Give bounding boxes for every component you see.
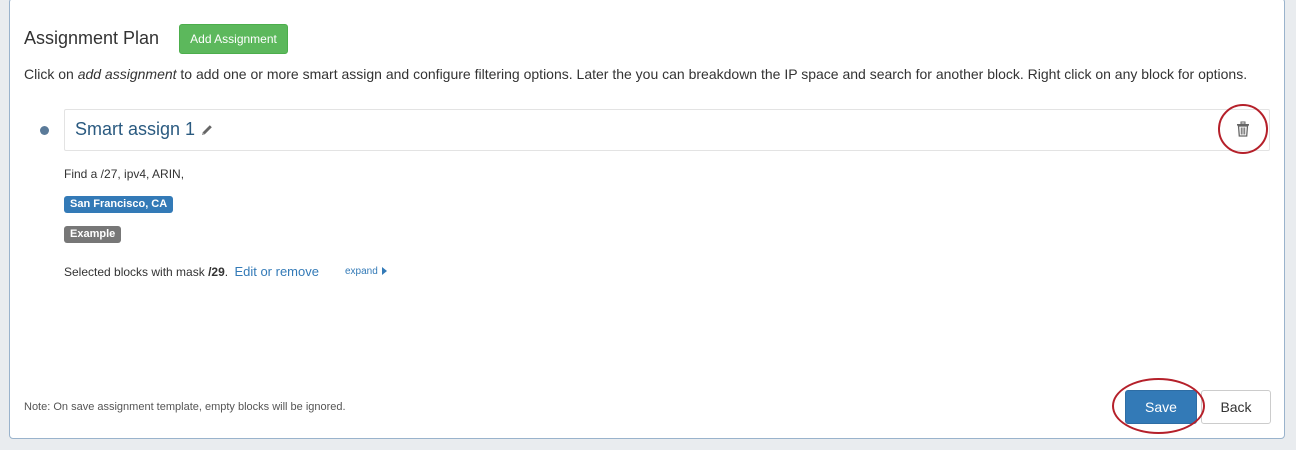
- smart-assign-header: Smart assign 1: [64, 109, 1270, 151]
- selected-blocks-text: Selected blocks with mask /29. Edit or r…: [64, 264, 319, 279]
- find-criteria-text: Find a /27, ipv4, ARIN,: [64, 167, 185, 181]
- bullet-icon: [40, 126, 49, 135]
- location-badge: San Francisco, CA: [64, 196, 174, 213]
- selected-mask: /29: [208, 265, 225, 279]
- selected-prefix: Selected blocks with mask: [64, 265, 209, 279]
- add-assignment-button[interactable]: Add Assignment: [179, 24, 288, 54]
- tag-badge: Example: [64, 226, 122, 243]
- footer-note: Note: On save assignment template, empty…: [24, 401, 346, 413]
- selected-suffix: .: [224, 265, 229, 279]
- caret-right-icon: [381, 267, 387, 276]
- expand-link[interactable]: expand: [345, 266, 387, 277]
- instructions-suffix: to add one or more smart assign and conf…: [176, 66, 1248, 82]
- back-button[interactable]: Back: [1201, 390, 1271, 424]
- instructions-emphasis: add assignment: [77, 66, 177, 82]
- expand-label: expand: [345, 266, 378, 277]
- instructions-text: Click on add assignment to add one or mo…: [24, 66, 1247, 82]
- trash-highlight-circle: [1218, 104, 1268, 154]
- assignment-name: Smart assign 1: [75, 119, 196, 139]
- pencil-icon[interactable]: [200, 123, 214, 137]
- save-highlight-circle: [1112, 378, 1205, 434]
- edit-or-remove-link[interactable]: Edit or remove: [234, 264, 319, 279]
- section-title: Assignment Plan: [24, 28, 160, 48]
- instructions-prefix: Click on: [24, 66, 78, 82]
